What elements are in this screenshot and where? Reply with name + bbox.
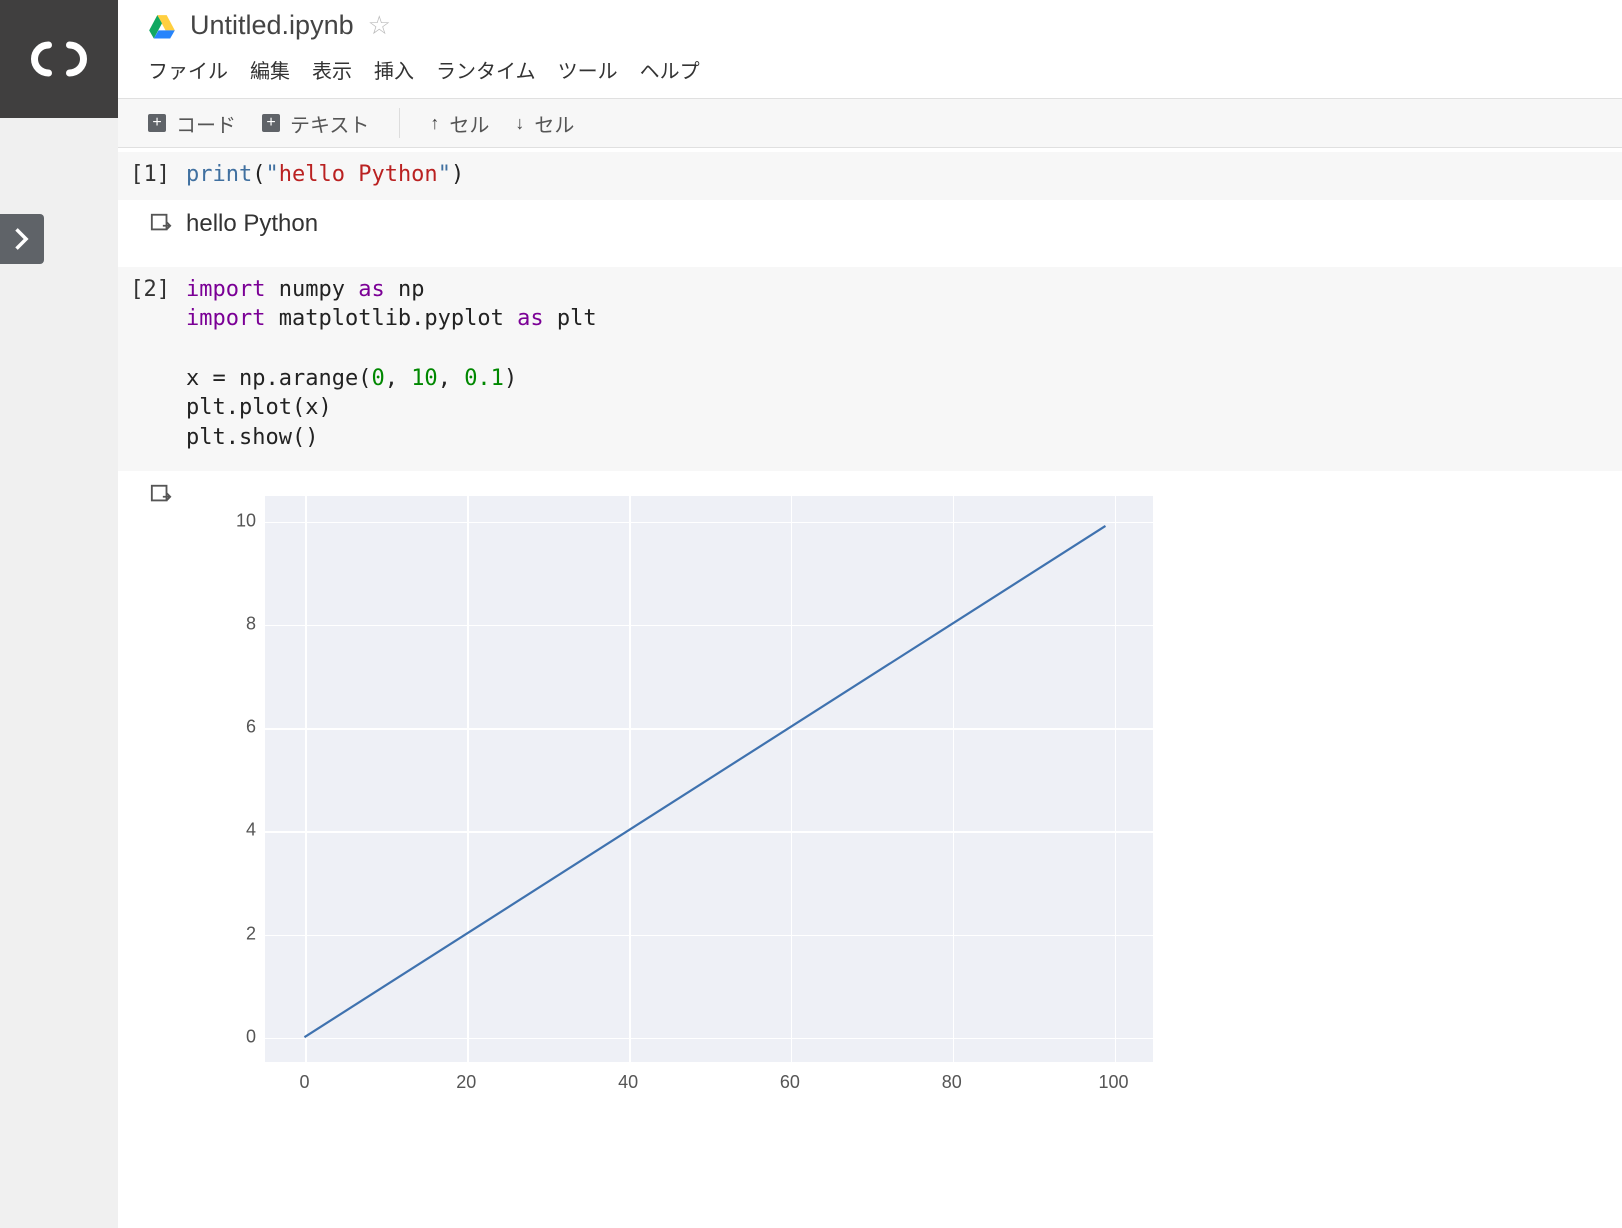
code-cell[interactable]: [1] print("hello Python") hello Python [118, 152, 1622, 263]
x-tick-label: 20 [456, 1072, 476, 1093]
menu-edit[interactable]: 編集 [250, 55, 290, 84]
y-tick-label: 2 [204, 923, 256, 944]
y-tick-label: 8 [204, 613, 256, 634]
cell-up-button[interactable]: ↑ セル [422, 105, 497, 142]
menu-file[interactable]: ファイル [148, 55, 228, 84]
cell-output-text: hello Python [186, 210, 1622, 239]
plus-icon: + [148, 114, 166, 132]
code-cell[interactable]: [2] import numpy as np import matplotlib… [118, 267, 1622, 1125]
y-tick-label: 0 [204, 1026, 256, 1047]
add-text-button[interactable]: + テキスト [254, 105, 377, 142]
cell-up-label: セル [449, 109, 489, 138]
x-tick-label: 0 [299, 1072, 309, 1093]
x-tick-label: 100 [1099, 1072, 1129, 1093]
y-tick-label: 4 [204, 820, 256, 841]
toolbar: + コード + テキスト ↑ セル ↓ セル [118, 98, 1622, 148]
separator [399, 108, 400, 138]
cell-down-label: セル [534, 109, 574, 138]
y-tick-label: 6 [204, 717, 256, 738]
cell-down-button[interactable]: ↓ セル [507, 105, 582, 142]
cell-prompt: [2] [118, 275, 186, 453]
x-tick-label: 60 [780, 1072, 800, 1093]
add-code-button[interactable]: + コード [140, 105, 244, 142]
star-icon[interactable]: ☆ [368, 10, 391, 41]
drive-icon [148, 14, 176, 38]
chart-line [264, 495, 1154, 1063]
arrow-up-icon: ↑ [430, 113, 439, 134]
add-code-label: コード [176, 109, 236, 138]
notebook-content: [1] print("hello Python") hello Python [… [118, 148, 1622, 1228]
menu-help[interactable]: ヘルプ [640, 55, 700, 84]
x-tick-label: 80 [942, 1072, 962, 1093]
menu-tools[interactable]: ツール [558, 55, 618, 84]
output-icon[interactable] [150, 221, 172, 238]
menu-view[interactable]: 表示 [312, 55, 352, 84]
colab-logo [0, 0, 118, 118]
plus-icon: + [262, 114, 280, 132]
code-editor[interactable]: print("hello Python") [186, 160, 1622, 190]
add-text-label: テキスト [290, 109, 369, 138]
output-icon[interactable] [150, 492, 172, 509]
x-tick-label: 40 [618, 1072, 638, 1093]
chart-output: 0246810020406080100 [204, 481, 1164, 1101]
arrow-down-icon: ↓ [515, 113, 524, 134]
menu-bar: ファイル 編集 表示 挿入 ランタイム ツール ヘルプ [148, 55, 1622, 84]
left-sidebar [0, 0, 118, 1228]
y-tick-label: 10 [204, 510, 256, 531]
code-editor[interactable]: import numpy as np import matplotlib.pyp… [186, 275, 1622, 453]
notebook-title[interactable]: Untitled.ipynb [190, 10, 354, 41]
expand-sidebar-button[interactable] [0, 214, 44, 264]
cell-prompt: [1] [118, 160, 186, 190]
menu-insert[interactable]: 挿入 [374, 55, 414, 84]
menu-runtime[interactable]: ランタイム [436, 55, 536, 84]
